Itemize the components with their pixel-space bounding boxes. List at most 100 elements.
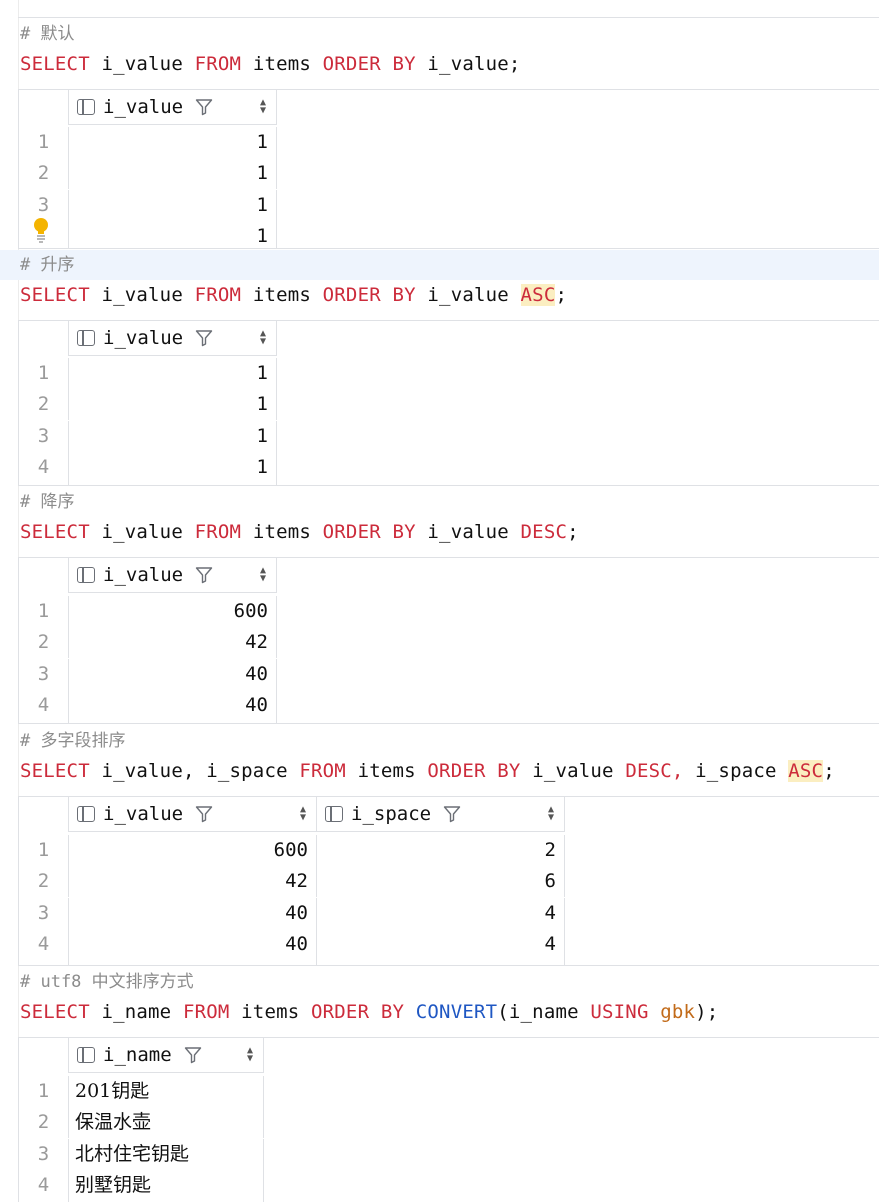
table-cell[interactable]: 40 bbox=[69, 659, 277, 690]
result-grid-desc[interactable]: i_value ▲ ▼ 1 600 2 42 3 40 4 40 bbox=[18, 557, 277, 723]
sql-line-multi-field[interactable]: SELECT i_value, i_space FROM items ORDER… bbox=[20, 756, 835, 786]
comment-line-desc[interactable]: # 降序 bbox=[20, 487, 74, 517]
table-column-icon bbox=[325, 806, 343, 822]
table-cell[interactable]: 1 bbox=[69, 221, 277, 249]
separator bbox=[18, 485, 879, 486]
row-number: 1 bbox=[19, 358, 69, 389]
column-name: i_value bbox=[103, 564, 184, 586]
table-cell[interactable]: 别墅钥匙 bbox=[69, 1170, 264, 1202]
sort-arrows-icon[interactable]: ▲ ▼ bbox=[260, 566, 266, 584]
keyword-order-by: ORDER BY bbox=[311, 1001, 405, 1023]
table-cell[interactable]: 1 bbox=[69, 421, 277, 452]
keyword-desc: DESC, bbox=[625, 760, 684, 782]
row-number: 3 bbox=[19, 898, 69, 929]
filter-icon[interactable] bbox=[443, 805, 461, 823]
function-convert: CONVERT bbox=[415, 1001, 498, 1023]
table-cell[interactable]: 保温水壶 bbox=[69, 1107, 264, 1138]
identifier: i_value bbox=[101, 521, 183, 543]
table-name: items bbox=[241, 1001, 300, 1023]
identifier: i_value bbox=[427, 521, 509, 543]
sql-line-asc[interactable]: SELECT i_value FROM items ORDER BY i_val… bbox=[20, 280, 567, 310]
row-number: 2 bbox=[19, 389, 69, 420]
sort-arrows-icon[interactable]: ▲ ▼ bbox=[247, 1046, 253, 1064]
sql-line-utf8-sort[interactable]: SELECT i_name FROM items ORDER BY CONVER… bbox=[20, 997, 718, 1027]
separator bbox=[18, 248, 879, 249]
table-cell[interactable]: 40 bbox=[69, 690, 277, 723]
table-name: items bbox=[357, 760, 416, 782]
filter-icon[interactable] bbox=[195, 566, 213, 584]
keyword-select: SELECT bbox=[20, 53, 90, 75]
filter-icon[interactable] bbox=[195, 805, 213, 823]
keyword-order-by: ORDER BY bbox=[322, 284, 416, 306]
keyword-from: FROM bbox=[194, 284, 242, 306]
result-grid-utf8-sort[interactable]: i_name ▲ ▼ 1 201钥匙 2 保温水壶 3 北村住宅钥匙 4 别墅钥匙 bbox=[18, 1037, 264, 1202]
row-number: 1 bbox=[19, 596, 69, 627]
table-cell[interactable]: 1 bbox=[69, 127, 277, 158]
table-name: items bbox=[252, 521, 312, 543]
sql-console-editor[interactable]: # 默认 SELECT i_value FROM items ORDER BY … bbox=[0, 0, 879, 1202]
keyword-from: FROM bbox=[194, 521, 242, 543]
row-number: 2 bbox=[19, 627, 69, 658]
table-cell[interactable]: 600 bbox=[69, 596, 277, 627]
keyword-asc-highlighted: ASC bbox=[788, 760, 824, 782]
table-cell[interactable]: 42 bbox=[69, 627, 277, 658]
table-cell[interactable]: 1 bbox=[69, 452, 277, 485]
separator bbox=[18, 723, 879, 724]
sql-line-desc[interactable]: SELECT i_value FROM items ORDER BY i_val… bbox=[20, 517, 579, 547]
row-number-header bbox=[19, 89, 69, 125]
table-cell[interactable]: 1 bbox=[69, 190, 277, 221]
column-header-i-space[interactable]: i_space ▲ ▼ bbox=[317, 796, 565, 832]
sort-arrows-icon[interactable]: ▲ ▼ bbox=[548, 805, 554, 823]
sort-arrows-icon[interactable]: ▲ ▼ bbox=[260, 329, 266, 347]
table-cell[interactable]: 1 bbox=[69, 389, 277, 420]
identifier: i_value bbox=[427, 53, 509, 75]
row-number: 2 bbox=[19, 158, 69, 189]
table-cell[interactable]: 40 bbox=[69, 929, 317, 965]
table-column-icon bbox=[77, 330, 95, 346]
sql-line-default[interactable]: SELECT i_value FROM items ORDER BY i_val… bbox=[20, 49, 521, 79]
table-cell[interactable]: 北村住宅钥匙 bbox=[69, 1139, 264, 1170]
row-number: 1 bbox=[19, 835, 69, 866]
sort-arrows-icon[interactable]: ▲ ▼ bbox=[300, 805, 306, 823]
keyword-select: SELECT bbox=[20, 1001, 90, 1023]
column-header-i-value[interactable]: i_value ▲ ▼ bbox=[69, 89, 277, 125]
filter-icon[interactable] bbox=[195, 98, 213, 116]
table-cell[interactable]: 2 bbox=[317, 835, 565, 866]
table-cell[interactable]: 201钥匙 bbox=[69, 1076, 264, 1107]
result-grid-asc[interactable]: i_value ▲ ▼ 1 1 2 1 3 1 4 1 bbox=[18, 320, 277, 485]
filter-icon[interactable] bbox=[195, 329, 213, 347]
row-number: 3 bbox=[19, 421, 69, 452]
table-cell[interactable]: 600 bbox=[69, 835, 317, 866]
column-name: i_name bbox=[103, 1044, 172, 1066]
column-name: i_space bbox=[351, 803, 432, 825]
table-column-icon bbox=[77, 99, 95, 115]
comment-line-asc[interactable]: # 升序 bbox=[0, 250, 879, 280]
comment-line-multi-field[interactable]: # 多字段排序 bbox=[20, 726, 125, 756]
keyword-order-by: ORDER BY bbox=[322, 521, 416, 543]
column-header-i-value[interactable]: i_value ▲ ▼ bbox=[69, 320, 277, 356]
identifier: i_value bbox=[532, 760, 614, 782]
column-header-i-value[interactable]: i_value ▲ ▼ bbox=[69, 557, 277, 593]
row-number: 1 bbox=[19, 1076, 69, 1107]
comment-line-default[interactable]: # 默认 bbox=[20, 19, 74, 49]
column-header-i-value[interactable]: i_value ▲ ▼ bbox=[69, 796, 317, 832]
lightbulb-icon[interactable] bbox=[32, 217, 50, 243]
identifier: i_space bbox=[695, 760, 777, 782]
table-cell[interactable]: 4 bbox=[317, 929, 565, 965]
table-cell[interactable]: 4 bbox=[317, 898, 565, 929]
table-name: items bbox=[252, 284, 312, 306]
row-number-header bbox=[19, 796, 69, 832]
result-grid-multi-field[interactable]: i_value ▲ ▼ i_space ▲ ▼ 1 600 2 2 42 6 3 4… bbox=[18, 796, 565, 965]
table-cell[interactable]: 6 bbox=[317, 866, 565, 897]
identifier: i_value bbox=[101, 284, 183, 306]
comment-line-utf8-sort[interactable]: # utf8 中文排序方式 bbox=[20, 967, 194, 997]
sort-arrows-icon[interactable]: ▲ ▼ bbox=[260, 98, 266, 116]
identifier: (i_name bbox=[497, 1001, 579, 1023]
table-cell[interactable]: 42 bbox=[69, 866, 317, 897]
table-cell[interactable]: 40 bbox=[69, 898, 317, 929]
table-cell[interactable]: 1 bbox=[69, 158, 277, 189]
result-grid-default[interactable]: i_value ▲ ▼ 1 1 2 1 3 1 1 bbox=[18, 89, 277, 249]
table-cell[interactable]: 1 bbox=[69, 358, 277, 389]
filter-icon[interactable] bbox=[184, 1046, 202, 1064]
column-header-i-name[interactable]: i_name ▲ ▼ bbox=[69, 1037, 264, 1073]
